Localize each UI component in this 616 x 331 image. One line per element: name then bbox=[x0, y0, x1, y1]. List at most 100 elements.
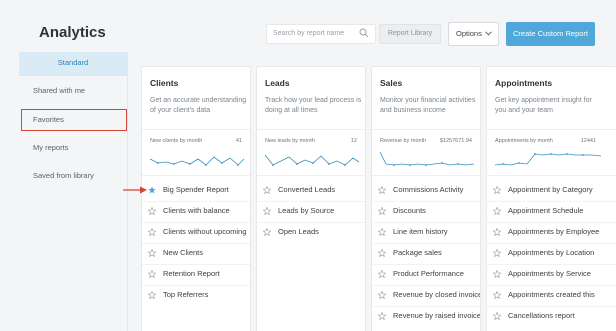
sidebar-item-my-reports[interactable]: My reports bbox=[19, 137, 127, 159]
report-item[interactable]: Clients with balance bbox=[142, 202, 252, 222]
report-label: Appointment by Category bbox=[508, 185, 593, 194]
report-label: Leads by Source bbox=[278, 206, 335, 215]
options-label: Options bbox=[456, 29, 482, 38]
analytics-app: Analytics Search by report name Report L… bbox=[0, 0, 616, 331]
star-outline-icon[interactable] bbox=[378, 249, 386, 257]
card-description: Get an accurate understanding of your cl… bbox=[150, 97, 247, 114]
star-outline-icon[interactable] bbox=[378, 207, 386, 215]
report-label: Appointments created this bbox=[508, 290, 595, 299]
card-divider bbox=[372, 129, 480, 130]
report-item[interactable]: Converted Leads bbox=[257, 181, 367, 201]
report-item[interactable]: Appointment by Category bbox=[487, 181, 616, 201]
create-custom-report-button[interactable]: Create Custom Report bbox=[506, 22, 595, 46]
sparkline-chart bbox=[494, 153, 602, 166]
report-item[interactable]: Package sales bbox=[372, 244, 482, 264]
report-label: New Clients bbox=[163, 248, 204, 257]
card-divider bbox=[257, 175, 365, 176]
report-label: Line item history bbox=[393, 227, 448, 236]
report-label: Clients without upcoming bbox=[163, 227, 247, 236]
star-outline-icon[interactable] bbox=[493, 249, 501, 257]
report-item[interactable]: Commissions Activity bbox=[372, 181, 482, 201]
report-item[interactable]: Revenue by closed invoice bbox=[372, 286, 482, 306]
star-outline-icon[interactable] bbox=[148, 249, 156, 257]
report-item[interactable]: Clients without upcoming bbox=[142, 223, 252, 243]
report-item-big-spender[interactable]: Big Spender Report bbox=[142, 181, 252, 201]
report-item[interactable]: Discounts bbox=[372, 202, 482, 222]
star-outline-icon[interactable] bbox=[148, 291, 156, 299]
report-item[interactable]: Appointments created this bbox=[487, 286, 616, 306]
report-item[interactable]: Retention Report bbox=[142, 265, 252, 285]
star-outline-icon[interactable] bbox=[263, 207, 271, 215]
sidebar-item-shared[interactable]: Shared with me bbox=[19, 80, 127, 102]
sidebar-item-standard[interactable]: Standard bbox=[19, 52, 127, 75]
report-label: Revenue by closed invoice bbox=[393, 290, 480, 299]
card-divider bbox=[142, 129, 250, 130]
card-description: Monitor your financial activities and bu… bbox=[380, 97, 476, 114]
report-label: Open Leads bbox=[278, 227, 319, 236]
category-card-leads: Leads Track how your lead process is doi… bbox=[256, 66, 366, 331]
star-outline-icon[interactable] bbox=[148, 228, 156, 236]
star-outline-icon[interactable] bbox=[493, 291, 501, 299]
star-outline-icon[interactable] bbox=[493, 228, 501, 236]
card-divider bbox=[487, 175, 616, 176]
report-item[interactable]: Cancellations report bbox=[487, 307, 616, 327]
star-outline-icon[interactable] bbox=[148, 207, 156, 215]
report-library-button[interactable]: Report Library bbox=[379, 24, 441, 44]
star-outline-icon[interactable] bbox=[378, 228, 386, 236]
card-divider bbox=[257, 129, 365, 130]
category-card-sales: Sales Monitor your financial activities … bbox=[371, 66, 481, 331]
favorites-highlight-box bbox=[21, 109, 127, 131]
metric-label: Revenue by month bbox=[380, 138, 427, 144]
star-outline-icon[interactable] bbox=[378, 270, 386, 278]
report-label: Revenue by raised invoice bbox=[393, 311, 480, 320]
report-item[interactable]: Appointments by Service bbox=[487, 265, 616, 285]
report-label: Product Performance bbox=[393, 269, 464, 278]
report-item[interactable]: Open Leads bbox=[257, 223, 367, 243]
sidebar-item-saved-from-library[interactable]: Saved from library bbox=[19, 165, 127, 187]
star-outline-icon[interactable] bbox=[378, 312, 386, 320]
star-outline-icon[interactable] bbox=[493, 207, 501, 215]
card-title: Appointments bbox=[495, 78, 553, 88]
card-description: Get key appointment insight for you and … bbox=[495, 97, 592, 114]
card-divider bbox=[372, 175, 480, 176]
star-outline-icon[interactable] bbox=[378, 291, 386, 299]
metric-label: New leads by month bbox=[265, 138, 315, 144]
sparkline-chart bbox=[379, 151, 475, 166]
card-description: Track how your lead process is doing at … bbox=[265, 97, 362, 114]
star-filled-icon[interactable] bbox=[148, 186, 156, 194]
report-label: Cancellations report bbox=[508, 311, 575, 320]
star-outline-icon[interactable] bbox=[493, 186, 501, 194]
report-item[interactable]: Top Referrers bbox=[142, 286, 252, 306]
metric-value: $1257671.94 bbox=[439, 138, 472, 144]
report-item[interactable]: Appointments by Employee bbox=[487, 223, 616, 243]
metric-value: 12 bbox=[350, 138, 357, 144]
report-label: Discounts bbox=[393, 206, 426, 215]
report-label: Big Spender Report bbox=[163, 185, 229, 194]
search-icon[interactable] bbox=[359, 28, 369, 38]
star-outline-icon[interactable] bbox=[263, 186, 271, 194]
card-title: Clients bbox=[150, 78, 179, 88]
report-label: Retention Report bbox=[163, 269, 220, 278]
chevron-down-icon bbox=[485, 31, 492, 36]
metric-label: New clients by month bbox=[150, 138, 203, 144]
star-outline-icon[interactable] bbox=[263, 228, 271, 236]
star-outline-icon[interactable] bbox=[148, 270, 156, 278]
report-label: Package sales bbox=[393, 248, 442, 257]
star-outline-icon[interactable] bbox=[493, 312, 501, 320]
report-item[interactable]: Line item history bbox=[372, 223, 482, 243]
metric-value: 41 bbox=[235, 138, 242, 144]
metric-value: 12441 bbox=[580, 138, 596, 144]
report-item[interactable]: New Clients bbox=[142, 244, 252, 264]
report-item[interactable]: Product Performance bbox=[372, 265, 482, 285]
sparkline-chart bbox=[149, 156, 245, 166]
report-item[interactable]: Revenue by raised invoice bbox=[372, 307, 482, 327]
report-item[interactable]: Leads by Source bbox=[257, 202, 367, 222]
metric-label: Appointments by month bbox=[495, 138, 553, 144]
star-outline-icon[interactable] bbox=[378, 186, 386, 194]
report-item[interactable]: Appointment Schedule bbox=[487, 202, 616, 222]
report-label: Top Referrers bbox=[163, 290, 209, 299]
sidebar-divider bbox=[19, 75, 127, 76]
card-divider bbox=[487, 129, 616, 130]
report-item[interactable]: Appointments by Location bbox=[487, 244, 616, 264]
star-outline-icon[interactable] bbox=[493, 270, 501, 278]
